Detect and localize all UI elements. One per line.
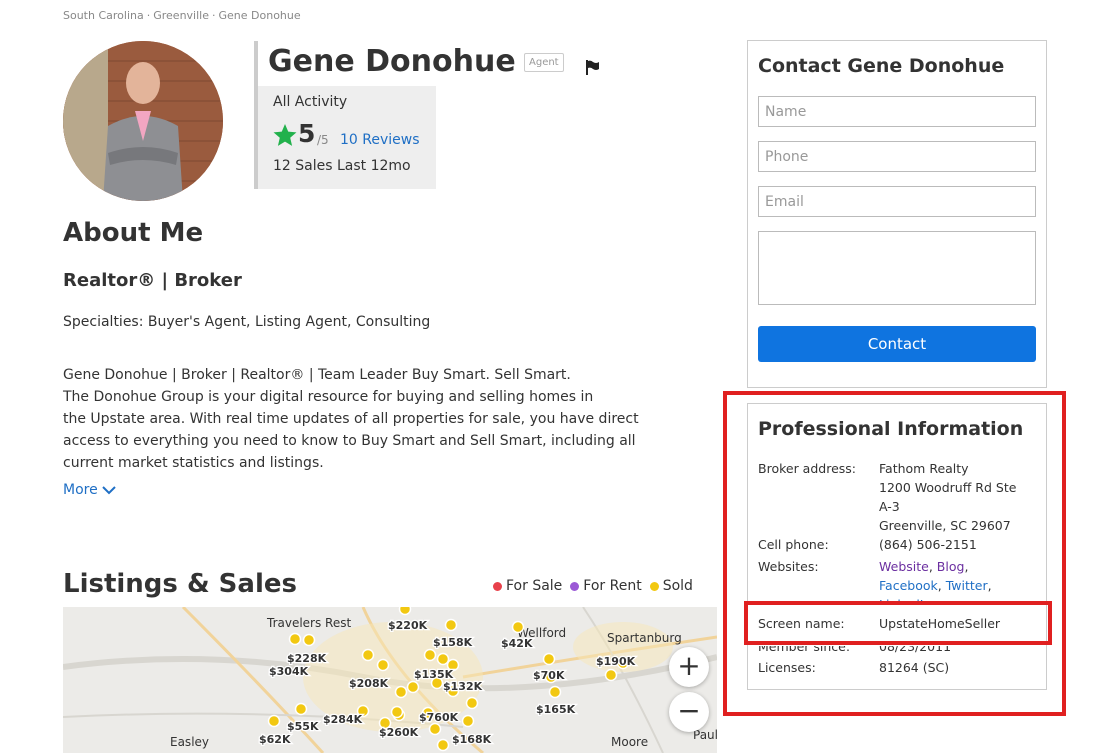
- about-title: About Me: [63, 218, 204, 248]
- listings-title: Listings & Sales: [63, 569, 297, 599]
- avatar: [63, 41, 223, 201]
- price-label[interactable]: $70K: [532, 668, 566, 684]
- bio-line: current market statistics and listings.: [63, 455, 324, 471]
- price-label[interactable]: $190K: [595, 654, 637, 670]
- chevron-down-icon: [102, 486, 116, 495]
- bio: Gene Donohue | Broker | Realtor® | Team …: [63, 364, 703, 474]
- sold-pin[interactable]: [465, 696, 479, 710]
- sold-pin[interactable]: [406, 680, 420, 694]
- map-place-label: Spartanburg: [607, 631, 682, 645]
- price-label[interactable]: $62K: [258, 732, 292, 748]
- map-place-label: Travelers Rest: [266, 616, 351, 630]
- price-label[interactable]: $55K: [286, 719, 320, 735]
- star-icon: [272, 123, 298, 152]
- flag-icon[interactable]: [586, 60, 600, 79]
- price-label[interactable]: $260K: [378, 725, 420, 741]
- sold-pin[interactable]: [461, 714, 475, 728]
- price-label[interactable]: $760K: [418, 710, 460, 726]
- contact-title: Contact Gene Donohue: [758, 55, 1005, 77]
- message-field[interactable]: [758, 231, 1036, 305]
- bio-line: Gene Donohue | Broker | Realtor® | Team …: [63, 367, 571, 383]
- price-label[interactable]: $42K: [500, 636, 534, 652]
- breadcrumb-state[interactable]: South Carolina: [63, 9, 144, 22]
- price-label[interactable]: $220K: [387, 618, 429, 634]
- sold-pin[interactable]: [604, 668, 618, 682]
- legend-sold: Sold: [649, 578, 693, 594]
- bio-line: The Donohue Group is your digital resour…: [63, 389, 594, 405]
- bio-line: the Upstate area. With real time updates…: [63, 411, 639, 427]
- more-link[interactable]: More: [63, 482, 116, 498]
- name-field[interactable]: [758, 96, 1036, 127]
- highlight-box-professional-info: [723, 391, 1066, 716]
- sold-pin[interactable]: [267, 714, 281, 728]
- rating-value: 5: [298, 119, 316, 148]
- role-title: Realtor® | Broker: [63, 270, 242, 291]
- legend-for-sale: For Sale: [493, 578, 562, 594]
- contact-button[interactable]: Contact: [758, 326, 1036, 362]
- sales-count: 12 Sales Last 12mo: [273, 158, 411, 174]
- sold-pin[interactable]: [436, 738, 450, 752]
- price-label[interactable]: $165K: [535, 702, 577, 718]
- specialties: Specialties: Buyer's Agent, Listing Agen…: [63, 314, 431, 330]
- sold-pin[interactable]: [288, 632, 302, 646]
- reviews-link[interactable]: 10 Reviews: [340, 132, 420, 148]
- map-legend: For Sale For Rent Sold: [493, 578, 693, 594]
- breadcrumb: South Carolina · Greenville · Gene Donohue: [63, 9, 301, 22]
- sold-pin[interactable]: [548, 685, 562, 699]
- zoom-out-button[interactable]: −: [669, 692, 709, 732]
- price-label[interactable]: $284K: [322, 712, 364, 728]
- sold-pin[interactable]: [294, 702, 308, 716]
- map-place-label: Moore: [611, 735, 648, 749]
- bio-line: access to everything you need to know to…: [63, 433, 636, 449]
- breadcrumb-city[interactable]: Greenville: [153, 9, 209, 22]
- highlight-box-screen-name: [744, 601, 1052, 645]
- sold-pin[interactable]: [511, 620, 525, 634]
- sold-pin[interactable]: [542, 652, 556, 666]
- rating-denominator: /5: [317, 133, 329, 147]
- breadcrumb-agent: Gene Donohue: [218, 9, 301, 22]
- legend-for-rent: For Rent: [570, 578, 642, 594]
- price-label[interactable]: $168K: [451, 732, 493, 748]
- sold-pin[interactable]: [436, 652, 450, 666]
- map-place-label: Easley: [170, 735, 209, 749]
- sold-pin[interactable]: [302, 633, 316, 647]
- agent-badge: Agent: [524, 53, 564, 72]
- sold-pin[interactable]: [398, 607, 412, 616]
- sold-pin[interactable]: [444, 618, 458, 632]
- sold-pin[interactable]: [428, 722, 442, 736]
- price-label[interactable]: $228K: [286, 651, 328, 667]
- price-label[interactable]: $132K: [442, 679, 484, 695]
- sold-pin[interactable]: [376, 658, 390, 672]
- activity-title: All Activity: [273, 94, 348, 110]
- phone-field[interactable]: [758, 141, 1036, 172]
- agent-name: Gene Donohue: [268, 44, 516, 79]
- price-label[interactable]: $208K: [348, 676, 390, 692]
- zoom-in-button[interactable]: +: [669, 647, 709, 687]
- sold-pin[interactable]: [361, 648, 375, 662]
- price-label[interactable]: $158K: [432, 635, 474, 651]
- price-label[interactable]: $304K: [268, 664, 310, 680]
- sold-pin[interactable]: [394, 685, 408, 699]
- sold-pin[interactable]: [423, 648, 437, 662]
- more-label: More: [63, 482, 98, 498]
- email-field[interactable]: [758, 186, 1036, 217]
- listings-map[interactable]: Travelers Rest Wellford Spartanburg Easley M…: [63, 607, 717, 753]
- sold-pin[interactable]: [390, 705, 404, 719]
